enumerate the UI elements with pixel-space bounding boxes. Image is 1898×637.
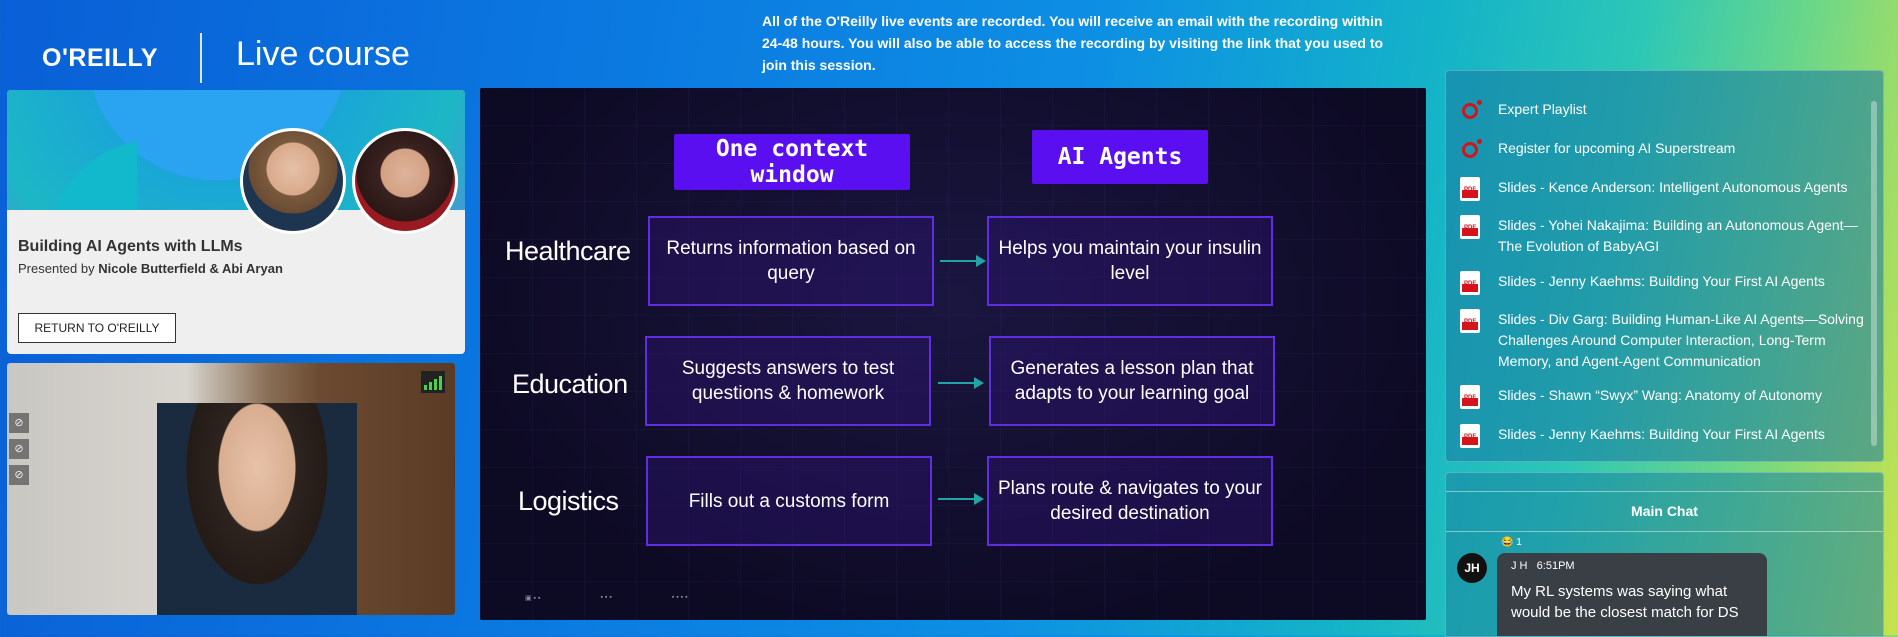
resource-link[interactable]: PDF Slides - Div Garg: Building Human-Lik… — [1458, 309, 1868, 372]
resource-link[interactable]: PDF Slides - Jenny Kaehms: Building Your … — [1458, 424, 1868, 448]
chat-panel: Main Chat 😂 1 JH J H 6:51PM My RL system… — [1445, 472, 1884, 637]
resource-link[interactable]: PDF Slides - Yohei Nakajima: Building an … — [1458, 215, 1868, 257]
slide-box: Generates a lesson plan that adapts to y… — [989, 336, 1275, 426]
resource-link[interactable]: PDF Slides - Jenny Kaehms: Building Your … — [1458, 271, 1868, 295]
pdf-icon: PDF — [1458, 215, 1482, 239]
camera-off-icon[interactable]: ⊘ — [9, 413, 29, 433]
slide-box: Helps you maintain your insulin level — [987, 216, 1273, 306]
camera-off-icon[interactable]: ⊘ — [9, 439, 29, 459]
pdf-icon: PDF — [1458, 271, 1482, 295]
arrow-icon — [940, 255, 986, 267]
presenter-avatar — [240, 128, 346, 234]
scrollbar[interactable] — [1871, 101, 1877, 446]
resource-link[interactable]: PDF Slides - Shawn “Swyx” Wang: Anatomy o… — [1458, 385, 1868, 409]
slide-box: Fills out a customs form — [646, 456, 932, 546]
arrow-icon — [938, 493, 984, 505]
slide-header-context: One context window — [674, 134, 910, 190]
pdf-icon: PDF — [1458, 424, 1482, 448]
row-label: Healthcare — [505, 236, 631, 266]
webcam-video[interactable]: ⊘ ⊘ ⊘ — [7, 363, 455, 615]
arrow-icon — [938, 377, 984, 389]
presenter-avatar — [352, 128, 458, 234]
divider — [200, 33, 202, 83]
reaction-badge[interactable]: 😂 1 — [1501, 537, 1522, 548]
pdf-icon: PDF — [1458, 309, 1482, 333]
pdf-icon: PDF — [1458, 177, 1482, 201]
resource-link[interactable]: PDF Slides - Kence Anderson: Intelligent … — [1458, 177, 1868, 201]
course-card: Building AI Agents with LLMs Presented b… — [7, 90, 465, 354]
course-title: Building AI Agents with LLMs — [18, 238, 243, 255]
signal-strength-icon — [421, 371, 445, 393]
resources-panel: Expert Playlist Register for upcoming AI… — [1445, 70, 1884, 462]
slide-box: Suggests answers to test questions & hom… — [645, 336, 931, 426]
presentation-slide: One context window AI Agents Healthcare … — [480, 88, 1426, 620]
recording-notice: All of the O'Reilly live events are reco… — [762, 13, 1384, 73]
row-label: Logistics — [518, 486, 619, 516]
avatar: JH — [1457, 553, 1487, 583]
page-title: Live course — [236, 35, 410, 73]
resource-link[interactable]: Expert Playlist — [1458, 99, 1868, 123]
message-text: My RL systems was saying what would be t… — [1511, 583, 1739, 621]
slide-box: Returns information based on query — [648, 216, 934, 306]
return-button[interactable]: RETURN TO O'REILLY — [18, 313, 176, 343]
slide-footer: ▣ ▪ ▪ ▪ ▪ ▪ ▪ ▪ ▪ ▪ — [525, 594, 688, 602]
oreilly-icon — [1458, 138, 1482, 162]
oreilly-icon — [1458, 99, 1482, 123]
message-author: J H — [1511, 560, 1528, 572]
resource-link[interactable]: Register for upcoming AI Superstream — [1458, 138, 1868, 162]
pdf-icon: PDF — [1458, 385, 1482, 409]
presenters: Presented by Nicole Butterfield & Abi Ar… — [18, 261, 283, 276]
oreilly-logo[interactable]: O'REILLY — [42, 44, 158, 73]
chat-title: Main Chat — [1631, 503, 1698, 519]
row-label: Education — [512, 369, 628, 399]
message-time: 6:51PM — [1536, 560, 1575, 572]
slide-header-agents: AI Agents — [1032, 130, 1208, 184]
slide-box: Plans route & navigates to your desired … — [987, 456, 1273, 546]
camera-off-icon[interactable]: ⊘ — [9, 465, 29, 485]
chat-message: J H 6:51PM My RL systems was saying what… — [1497, 553, 1767, 636]
speaker-video — [157, 403, 357, 615]
